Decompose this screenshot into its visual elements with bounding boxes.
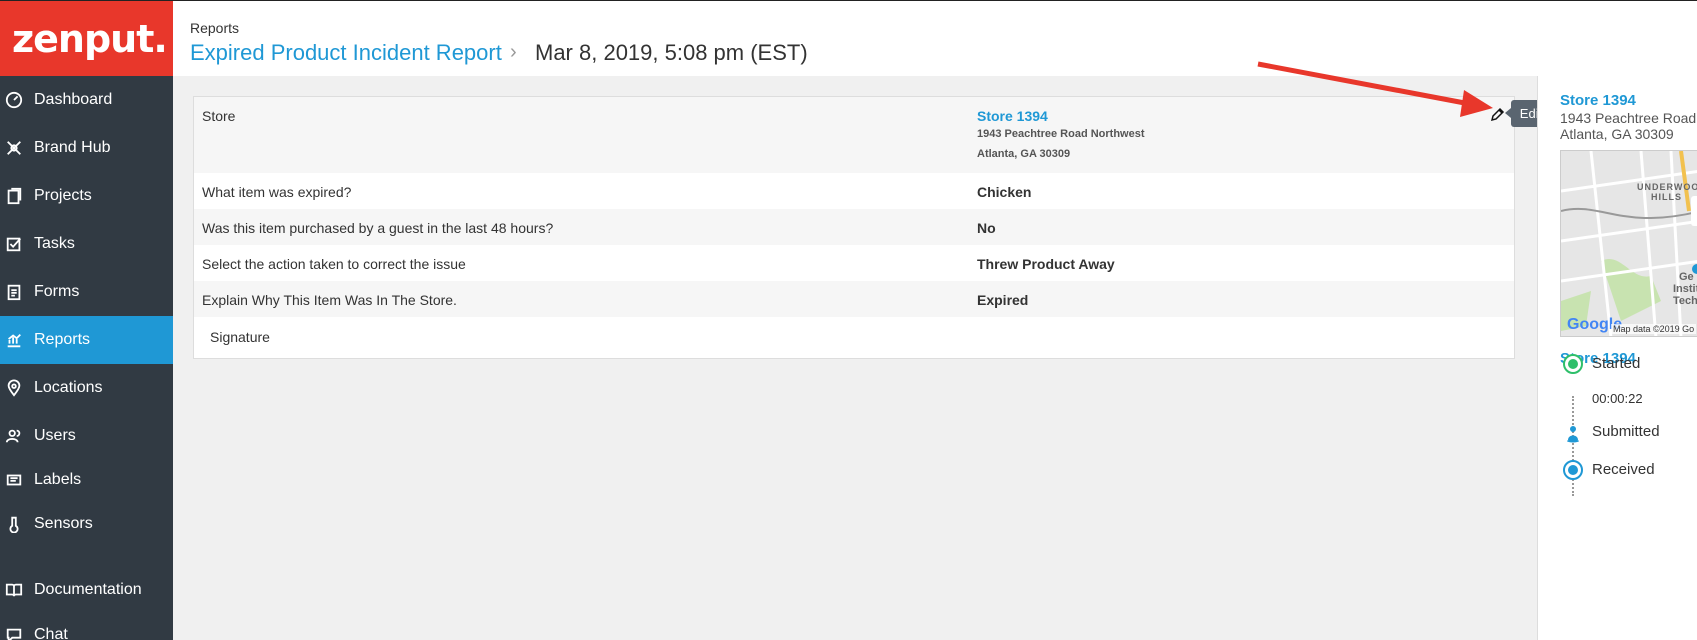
sidebar-item-label: Locations bbox=[34, 379, 103, 396]
answer-value: Threw Product Away bbox=[977, 256, 1115, 272]
brand-hub-icon bbox=[4, 138, 24, 158]
submitted-user-icon bbox=[1563, 423, 1583, 443]
sidebar-item-label: Projects bbox=[34, 187, 92, 204]
sidebar-item-users[interactable]: Users bbox=[0, 412, 173, 460]
location-map[interactable]: UNDERWOOD HILLS Ge Instit Tech Google Ma… bbox=[1560, 150, 1697, 337]
received-status-icon bbox=[1563, 460, 1583, 480]
store-address-line2: Atlanta, GA 30309 bbox=[977, 148, 1071, 160]
sidebar-item-label: Sensors bbox=[34, 515, 93, 532]
sidebar-item-locations[interactable]: Locations bbox=[0, 364, 173, 412]
sidebar-item-label: Reports bbox=[34, 331, 91, 348]
table-row: Explain Why This Item Was In The Store. … bbox=[194, 281, 1514, 317]
table-row: Select the action taken to correct the i… bbox=[194, 245, 1514, 281]
panel-address: 1943 Peachtree Road Atlanta, GA 30309 bbox=[1560, 110, 1696, 142]
answer-value: No bbox=[977, 220, 996, 236]
timeline-connector bbox=[1572, 396, 1574, 496]
question-label: Was this item purchased by a guest in th… bbox=[202, 220, 554, 236]
map-label: Tech bbox=[1673, 295, 1697, 307]
sidebar-item-label: Forms bbox=[34, 283, 80, 300]
forms-icon bbox=[4, 282, 24, 302]
sidebar-item-label: Users bbox=[34, 427, 76, 444]
reports-icon bbox=[4, 330, 24, 350]
zenput-logo[interactable]: zenput. bbox=[0, 1, 173, 76]
map-label: Ge bbox=[1679, 271, 1694, 283]
map-label: HILLS bbox=[1651, 192, 1682, 202]
question-label: Select the action taken to correct the i… bbox=[202, 256, 466, 272]
sidebar-item-label: Chat bbox=[34, 626, 68, 640]
sidebar-item-label: Labels bbox=[34, 471, 82, 488]
sidebar-item-label: Dashboard bbox=[34, 91, 113, 108]
location-pin-icon bbox=[4, 378, 24, 398]
timeline-submitted: Submitted bbox=[1592, 423, 1660, 440]
sidebar-item-tasks[interactable]: Tasks bbox=[0, 220, 173, 268]
labels-icon bbox=[4, 470, 24, 490]
question-label: Store bbox=[202, 108, 236, 124]
sidebar-item-projects[interactable]: Projects bbox=[0, 172, 173, 220]
sidebar-item-labels[interactable]: Labels bbox=[0, 456, 173, 504]
map-label: Instit bbox=[1673, 283, 1697, 295]
dashboard-icon bbox=[4, 90, 24, 110]
sidebar-item-label: Documentation bbox=[34, 581, 142, 598]
report-table: Store Store 1394 1943 Peachtree Road Nor… bbox=[193, 96, 1515, 359]
sidebar-item-documentation[interactable]: Documentation bbox=[0, 566, 173, 614]
map-label: UNDERWOOD bbox=[1637, 182, 1697, 192]
sidebar-item-label: Tasks bbox=[34, 235, 75, 252]
sidebar-item-brand-hub[interactable]: Brand Hub bbox=[0, 124, 173, 172]
projects-icon bbox=[4, 186, 24, 206]
breadcrumb-separator: › bbox=[510, 41, 517, 63]
location-panel: Store 1394 1943 Peachtree Road Atlanta, … bbox=[1537, 76, 1697, 640]
question-label: Explain Why This Item Was In The Store. bbox=[202, 292, 457, 308]
sidebar-item-forms[interactable]: Forms bbox=[0, 268, 173, 316]
breadcrumb-reports[interactable]: Reports bbox=[190, 20, 239, 36]
map-roads-graphic bbox=[1561, 151, 1697, 336]
submission-date: Mar 8, 2019, 5:08 pm (EST) bbox=[535, 40, 808, 65]
sidebar-item-sensors[interactable]: Sensors bbox=[0, 500, 173, 548]
thermometer-icon bbox=[4, 514, 24, 534]
sidebar-item-dashboard[interactable]: Dashboard bbox=[0, 76, 173, 124]
started-status-icon bbox=[1563, 354, 1583, 374]
map-attribution[interactable]: Map data ©2019 Go bbox=[1611, 324, 1697, 334]
answer-value: Expired bbox=[977, 292, 1029, 308]
logo-text: zenput. bbox=[12, 16, 168, 61]
timeline-started: Started bbox=[1592, 355, 1641, 372]
panel-address-line2: Atlanta, GA 30309 bbox=[1560, 126, 1674, 142]
store-link[interactable]: Store 1394 bbox=[977, 108, 1048, 124]
sidebar: zenput. Dashboard Brand Hub Projects Tas… bbox=[0, 1, 173, 640]
timeline-received: Received bbox=[1592, 461, 1655, 478]
report-title-link[interactable]: Expired Product Incident Report bbox=[190, 40, 502, 66]
question-label: What item was expired? bbox=[202, 184, 352, 200]
timeline-duration: 00:00:22 bbox=[1592, 391, 1643, 406]
sidebar-item-reports[interactable]: Reports bbox=[0, 316, 173, 364]
book-icon bbox=[4, 580, 24, 600]
panel-address-line1: 1943 Peachtree Road bbox=[1560, 110, 1697, 126]
sidebar-item-chat[interactable]: Chat bbox=[0, 611, 173, 640]
chat-icon bbox=[4, 625, 24, 640]
store-address-line1: 1943 Peachtree Road Northwest bbox=[977, 128, 1145, 140]
tasks-icon bbox=[4, 234, 24, 254]
sidebar-item-label: Brand Hub bbox=[34, 139, 111, 156]
answer-value: Chicken bbox=[977, 184, 1032, 200]
table-row-signature: Signature bbox=[194, 317, 1514, 358]
signature-label: Signature bbox=[210, 329, 270, 345]
table-row: What item was expired? Chicken bbox=[194, 173, 1514, 209]
table-row: Was this item purchased by a guest in th… bbox=[194, 209, 1514, 245]
panel-store-link[interactable]: Store 1394 bbox=[1560, 92, 1636, 109]
users-icon bbox=[4, 426, 24, 446]
red-arrow-annotation bbox=[1257, 61, 1493, 117]
